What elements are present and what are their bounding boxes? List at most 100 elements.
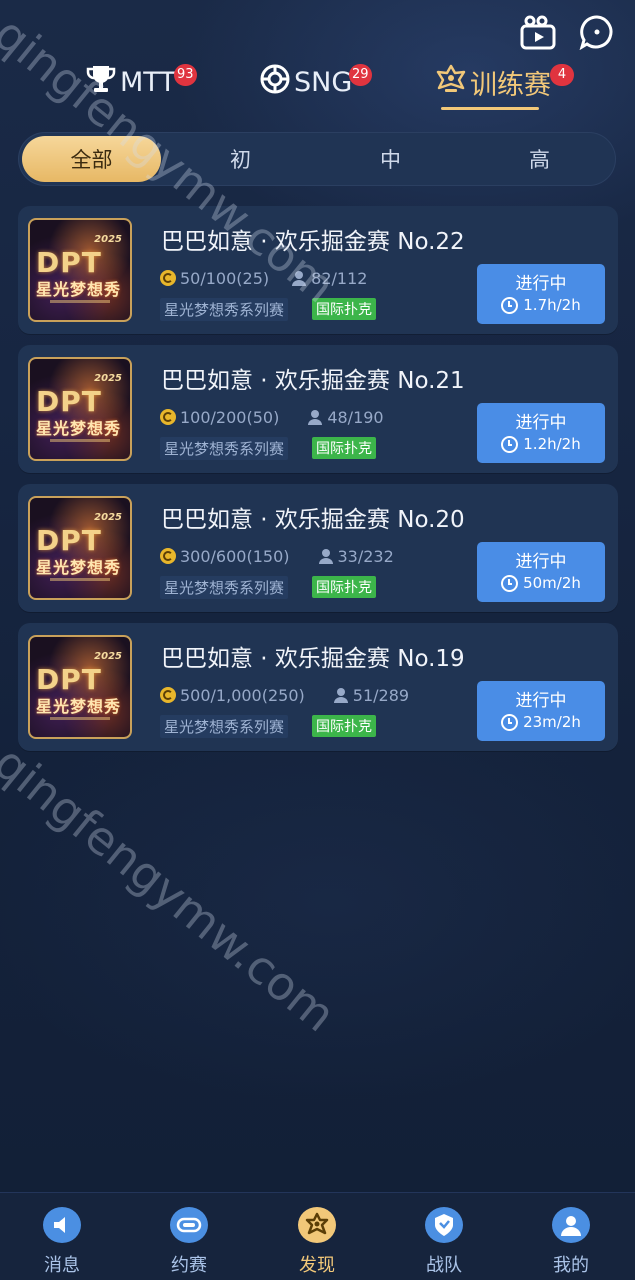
video-icon[interactable] <box>518 12 558 52</box>
thumb-series-name: 星光梦想秀 <box>36 558 122 577</box>
status-time: 23m/2h <box>501 712 581 732</box>
nav-messages[interactable]: 消息 <box>22 1207 102 1277</box>
time-value: 1.7h/2h <box>523 296 581 314</box>
tab-training-label: 训练赛 <box>470 69 551 101</box>
thumb-decor <box>50 439 110 442</box>
tab-training-badge: 4 <box>550 64 574 86</box>
clock-icon <box>501 435 519 453</box>
status-button[interactable]: 进行中 1.7h/2h <box>477 264 605 324</box>
tournament-stats: 500/1,000(250) 51/289 <box>160 683 409 707</box>
clock-icon <box>501 713 519 731</box>
team-shield-icon <box>425 1207 463 1243</box>
nav-match-invite[interactable]: 约赛 <box>149 1207 229 1277</box>
tournament-title: 巴巴如意 · 欢乐掘金赛 No.20 <box>161 507 465 533</box>
tournament-card[interactable]: 2025 DPT 星光梦想秀 巴巴如意 · 欢乐掘金赛 No.20 300/60… <box>18 484 618 612</box>
status-time: 50m/2h <box>501 573 581 593</box>
tournament-title: 巴巴如意 · 欢乐掘金赛 No.19 <box>161 646 465 672</box>
players-value: 51/289 <box>352 685 410 705</box>
chat-bubble-icon[interactable] <box>577 12 617 52</box>
app-screen: MTT 93 SNG 29 训练赛 4 全部 初 中 高 2025 DPT 星光… <box>0 0 635 1280</box>
nav-team[interactable]: 战队 <box>404 1207 484 1277</box>
chip-icon <box>160 409 176 425</box>
type-tag: 国际扑克 <box>312 298 377 320</box>
tab-training[interactable]: 训练赛 4 <box>436 60 574 104</box>
tab-sng[interactable]: SNG 29 <box>260 60 372 104</box>
chip-icon <box>160 270 176 286</box>
crown-icon <box>436 64 466 101</box>
tournament-stats: 300/600(150) 33/232 <box>160 544 394 568</box>
tab-sng-badge: 29 <box>349 64 372 86</box>
series-tag: 星光梦想秀系列赛 <box>160 297 289 321</box>
blinds-value: 500/1,000(250) <box>180 685 305 705</box>
chip-icon <box>160 687 176 703</box>
nav-discover[interactable]: 发现 <box>277 1207 357 1277</box>
time-value: 50m/2h <box>523 574 581 592</box>
tournament-thumbnail: 2025 DPT 星光梦想秀 <box>28 218 132 322</box>
nav-profile-label: 我的 <box>553 1255 589 1276</box>
thumb-logo: DPT <box>36 246 102 279</box>
filter-advanced[interactable]: 高 <box>470 136 609 182</box>
blinds-value: 50/100(25) <box>180 268 270 288</box>
person-icon <box>318 548 334 564</box>
thumb-series-name: 星光梦想秀 <box>36 697 122 716</box>
status-time: 1.7h/2h <box>501 295 581 315</box>
tournament-card[interactable]: 2025 DPT 星光梦想秀 巴巴如意 · 欢乐掘金赛 No.19 500/1,… <box>18 623 618 751</box>
thumb-logo: DPT <box>36 385 102 418</box>
tournament-stats: 100/200(50) 48/190 <box>160 405 384 429</box>
type-tag: 国际扑克 <box>312 576 377 598</box>
thumb-year: 2025 <box>94 512 122 523</box>
status-label: 进行中 <box>515 552 567 572</box>
chip-icon <box>160 548 176 564</box>
status-label: 进行中 <box>515 691 567 711</box>
series-tag: 星光梦想秀系列赛 <box>160 575 289 599</box>
time-value: 23m/2h <box>523 713 581 731</box>
poker-chip-icon <box>260 64 290 101</box>
tournament-thumbnail: 2025 DPT 星光梦想秀 <box>28 357 132 461</box>
nav-team-label: 战队 <box>426 1255 462 1276</box>
tournament-tags: 星光梦想秀系列赛 国际扑克 <box>160 436 377 460</box>
status-button[interactable]: 进行中 50m/2h <box>477 542 605 602</box>
filter-intermediate[interactable]: 中 <box>321 136 460 182</box>
blinds-value: 100/200(50) <box>180 407 280 427</box>
nav-match-invite-label: 约赛 <box>171 1255 207 1276</box>
series-tag: 星光梦想秀系列赛 <box>160 436 289 460</box>
match-invite-icon <box>170 1207 208 1243</box>
message-icon <box>43 1207 81 1243</box>
thumb-series-name: 星光梦想秀 <box>36 280 122 299</box>
thumb-year: 2025 <box>94 651 122 662</box>
discover-icon <box>298 1207 336 1243</box>
active-tab-indicator <box>441 107 539 110</box>
thumb-year: 2025 <box>94 234 122 245</box>
nav-messages-label: 消息 <box>44 1255 80 1276</box>
tournament-tags: 星光梦想秀系列赛 国际扑克 <box>160 297 377 321</box>
thumb-logo: DPT <box>36 663 102 696</box>
thumb-series-name: 星光梦想秀 <box>36 419 122 438</box>
status-label: 进行中 <box>515 274 567 294</box>
players-value: 33/232 <box>337 546 394 566</box>
tournament-card[interactable]: 2025 DPT 星光梦想秀 巴巴如意 · 欢乐掘金赛 No.21 100/20… <box>18 345 618 473</box>
tournament-tags: 星光梦想秀系列赛 国际扑克 <box>160 714 377 738</box>
thumb-year: 2025 <box>94 373 122 384</box>
bottom-nav: 消息 约赛 发现 战队 我的 <box>0 1192 635 1280</box>
tournament-title: 巴巴如意 · 欢乐掘金赛 No.21 <box>161 368 465 394</box>
person-icon <box>307 409 323 425</box>
person-icon <box>333 687 349 703</box>
tab-mtt-label: MTT <box>120 66 176 98</box>
watermark: qingfengymw.com <box>0 735 346 1043</box>
type-tag: 国际扑克 <box>312 715 377 737</box>
nav-profile[interactable]: 我的 <box>531 1207 611 1277</box>
thumb-decor <box>50 717 110 720</box>
blinds-value: 300/600(150) <box>180 546 290 566</box>
tournament-tags: 星光梦想秀系列赛 国际扑克 <box>160 575 377 599</box>
status-button[interactable]: 进行中 1.2h/2h <box>477 403 605 463</box>
thumb-decor <box>50 300 110 303</box>
tab-mtt-badge: 93 <box>174 64 197 86</box>
profile-icon <box>552 1207 590 1243</box>
thumb-decor <box>50 578 110 581</box>
nav-discover-label: 发现 <box>299 1255 335 1276</box>
tournament-thumbnail: 2025 DPT 星光梦想秀 <box>28 635 132 739</box>
clock-icon <box>501 574 519 592</box>
clock-icon <box>501 296 519 314</box>
status-button[interactable]: 进行中 23m/2h <box>477 681 605 741</box>
status-label: 进行中 <box>515 413 567 433</box>
